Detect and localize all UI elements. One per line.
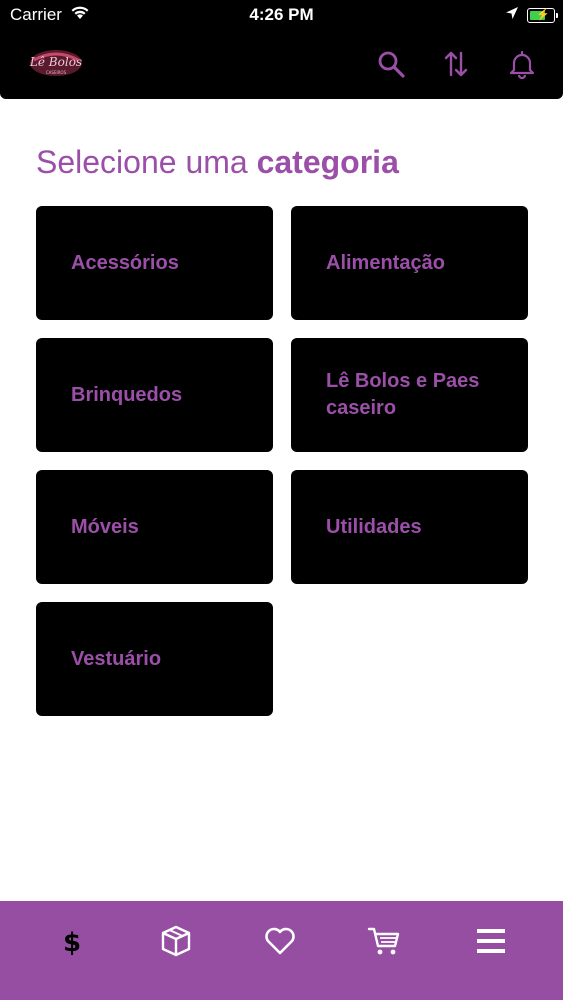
category-label: Alimentação (326, 251, 445, 274)
tab-menu[interactable] (471, 923, 511, 963)
category-card-alimentacao[interactable]: Alimentação (291, 206, 528, 320)
heart-icon (263, 924, 297, 963)
category-label: Vestuário (71, 647, 162, 670)
page-title: Selecione uma categoria (36, 144, 399, 181)
category-label: Utilidades (326, 515, 422, 538)
category-card-brinquedos[interactable]: Brinquedos (36, 338, 273, 452)
category-label: Brinquedos (71, 383, 183, 406)
category-label: Lê Bolos e Paes caseiro (326, 370, 480, 419)
category-card-acessorios[interactable]: Acessórios (36, 206, 273, 320)
tab-products[interactable] (156, 923, 196, 963)
location-arrow-icon (505, 5, 519, 25)
page-title-bold: categoria (256, 144, 399, 180)
category-label: Acessórios (71, 251, 179, 274)
svg-text:CASEIROS: CASEIROS (46, 70, 67, 75)
category-card-moveis[interactable]: Móveis (36, 470, 273, 584)
category-card-le-bolos[interactable]: Lê Bolos e Paes caseiro (291, 338, 528, 452)
svg-text:$: $ (63, 928, 81, 958)
svg-text:Lê Bolos: Lê Bolos (29, 55, 82, 69)
category-card-vestuario[interactable]: Vestuário (36, 602, 273, 716)
status-time: 4:26 PM (249, 5, 314, 24)
dollar-icon: $ (55, 924, 89, 963)
top-navigation-bar: Lê Bolos CASEIROS (0, 30, 563, 99)
bell-icon[interactable] (507, 49, 537, 80)
sort-icon[interactable] (441, 49, 471, 79)
app-logo[interactable]: Lê Bolos CASEIROS (28, 46, 84, 80)
cart-icon (367, 924, 401, 963)
category-label: Móveis (71, 515, 139, 538)
status-right: ⚡ (505, 5, 558, 25)
tab-cart[interactable] (364, 923, 404, 963)
battery-charging-icon: ⚡ (527, 7, 558, 23)
category-card-utilidades[interactable]: Utilidades (291, 470, 528, 584)
tab-favorites[interactable] (260, 923, 300, 963)
menu-icon (474, 924, 508, 963)
status-bar: Carrier 4:26 PM ⚡ (0, 0, 563, 30)
app-screen: Carrier 4:26 PM ⚡ Lê Bolos CASEIROS Sele… (0, 0, 563, 1000)
search-icon[interactable] (376, 49, 406, 79)
tab-sales[interactable]: $ (52, 923, 92, 963)
page-title-regular: Selecione uma (36, 144, 248, 180)
bottom-tab-bar: $ (0, 901, 563, 1000)
box-icon (159, 924, 193, 963)
